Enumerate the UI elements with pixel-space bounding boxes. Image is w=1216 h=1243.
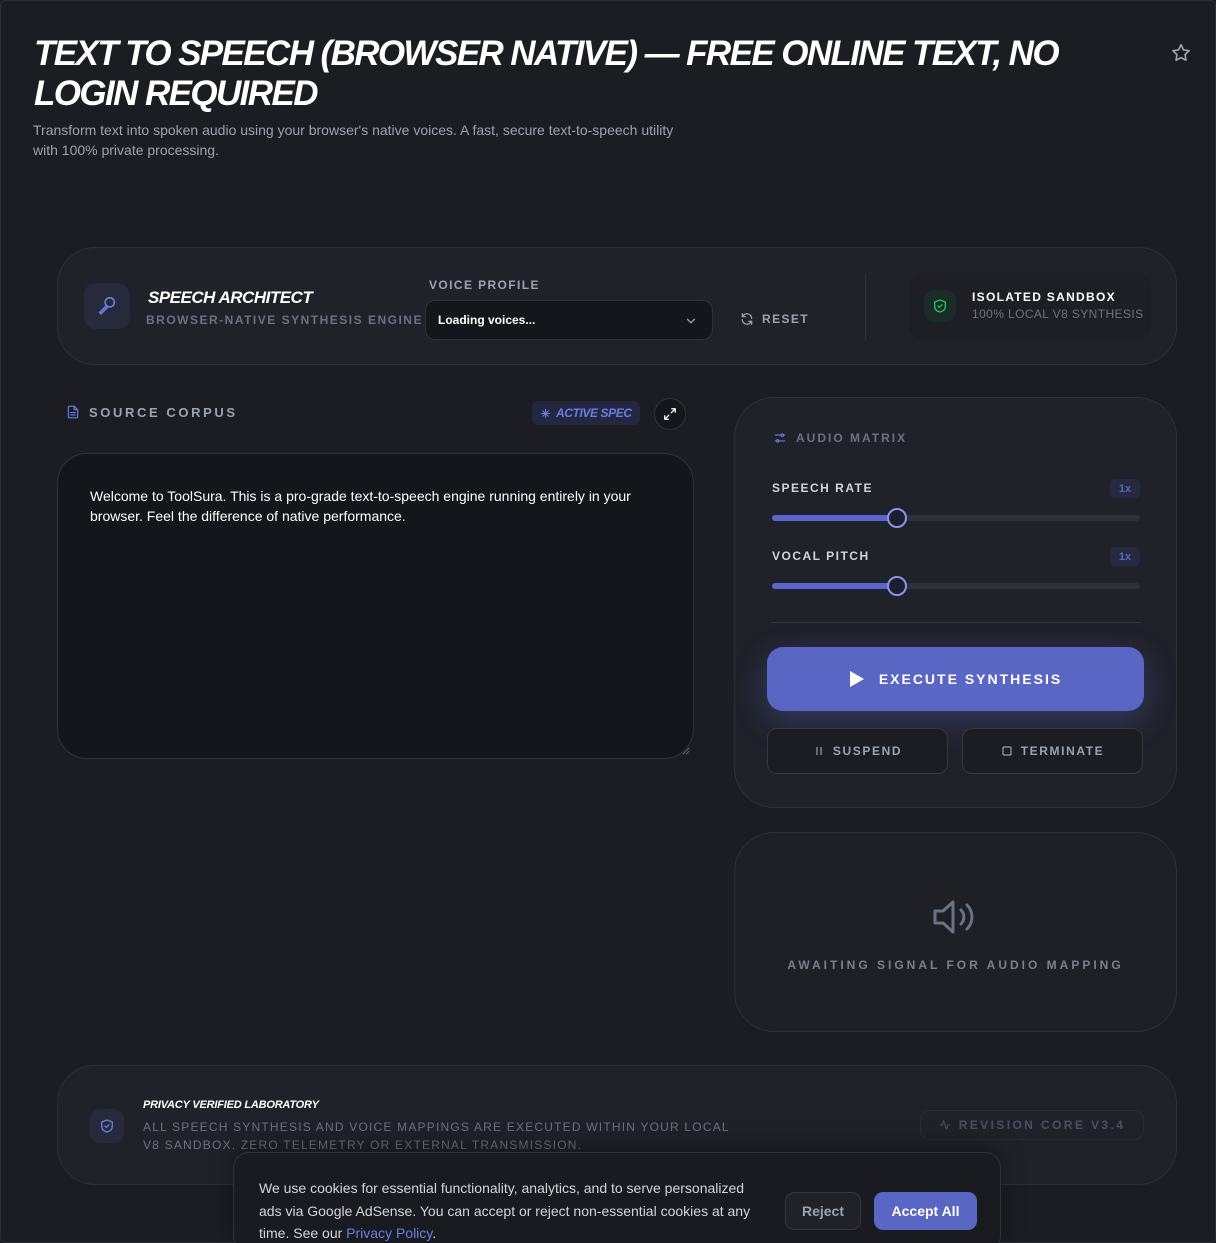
star-icon[interactable]: [1170, 42, 1192, 64]
vocal-pitch-value: 1x: [1110, 547, 1140, 566]
brand-title: SPEECH ARCHITECT: [148, 288, 313, 307]
brand-badge: [84, 283, 130, 329]
revision-badge: REVISION CORE V3.4: [920, 1110, 1144, 1140]
execute-label: EXECUTE SYNTHESIS: [878, 671, 1063, 687]
audio-matrix-panel: AUDIO MATRIX SPEECH RATE 1x VOCAL PITCH …: [734, 397, 1177, 808]
accept-cookies-button[interactable]: Accept All: [874, 1192, 977, 1230]
vocal-pitch-fill: [772, 583, 898, 589]
sandbox-badge: [924, 290, 956, 322]
awaiting-signal-text: AWAITING SIGNAL FOR AUDIO MAPPING: [787, 958, 1124, 972]
voice-profile-value: Loading voices...: [438, 313, 536, 327]
sliders-icon: [774, 433, 786, 443]
active-spec-badge: ACTIVE SPEC: [532, 401, 640, 425]
privacy-badge: [90, 1109, 124, 1143]
speech-rate-label: SPEECH RATE: [772, 481, 873, 495]
source-text-area[interactable]: Welcome to ToolSura. This is a pro-grade…: [57, 453, 694, 759]
matrix-title: AUDIO MATRIX: [796, 431, 908, 445]
speaker-icon: [933, 900, 974, 934]
revision-label: REVISION CORE V3.4: [958, 1118, 1126, 1132]
speech-rate-value: 1x: [1110, 479, 1140, 498]
page-subtitle: Transform text into spoken audio using y…: [33, 122, 674, 158]
sparkle-icon: [540, 408, 551, 418]
corpus-title: SOURCE CORPUS: [89, 404, 238, 420]
cookie-text: We use cookies for essential functionali…: [259, 1180, 751, 1241]
toolbar-divider: [865, 273, 866, 341]
pause-icon: [816, 747, 822, 755]
brand-subtitle: BROWSER-NATIVE SYNTHESIS ENGINE: [146, 313, 423, 327]
speech-rate-thumb[interactable]: [887, 508, 908, 528]
suspend-button[interactable]: SUSPEND: [767, 728, 948, 774]
reset-button[interactable]: RESET: [740, 312, 809, 326]
play-icon: [849, 671, 864, 687]
expand-button[interactable]: [654, 398, 686, 430]
matrix-divider: [771, 622, 1141, 623]
sandbox-subtitle: 100% LOCAL V8 SYNTHESIS: [972, 307, 1144, 321]
privacy-policy-link[interactable]: Privacy Policy: [346, 1225, 432, 1241]
voice-profile-select[interactable]: Loading voices...: [425, 300, 713, 340]
speech-rate-fill: [772, 515, 898, 521]
reject-cookies-button[interactable]: Reject: [785, 1192, 861, 1230]
shield-check-icon: [101, 1119, 113, 1133]
privacy-title: PRIVACY VERIFIED LABORATORY: [143, 1099, 319, 1111]
vocal-pitch-slider[interactable]: [772, 576, 1140, 596]
audio-visualizer-panel: AWAITING SIGNAL FOR AUDIO MAPPING: [734, 832, 1177, 1032]
vocal-pitch-thumb[interactable]: [887, 576, 908, 596]
sandbox-title: ISOLATED SANDBOX: [972, 290, 1116, 304]
corpus-header: SOURCE CORPUS: [66, 404, 238, 420]
microphone-icon: [98, 296, 116, 315]
active-spec-label: ACTIVE SPEC: [556, 406, 632, 420]
execute-synthesis-button[interactable]: EXECUTE SYNTHESIS: [767, 647, 1144, 711]
voice-profile-label: VOICE PROFILE: [429, 278, 540, 292]
engine-toolbar: SPEECH ARCHITECT BROWSER-NATIVE SYNTHESI…: [57, 247, 1177, 365]
speech-rate-slider[interactable]: [772, 508, 1140, 528]
sandbox-status: ISOLATED SANDBOX 100% LOCAL V8 SYNTHESIS: [909, 274, 1151, 340]
page-title: TEXT TO SPEECH (BROWSER NATIVE) — FREE O…: [34, 34, 1060, 113]
resize-grip-icon[interactable]: [682, 747, 690, 755]
privacy-description: ALL SPEECH SYNTHESIS AND VOICE MAPPINGS …: [143, 1120, 730, 1152]
activity-icon: [939, 1120, 951, 1130]
document-icon: [67, 405, 79, 419]
shield-check-icon: [934, 299, 946, 313]
suspend-label: SUSPEND: [832, 744, 903, 758]
reset-label: RESET: [762, 312, 810, 326]
source-text: Welcome to ToolSura. This is a pro-grade…: [90, 488, 631, 524]
chevron-down-icon: [686, 318, 696, 324]
terminate-label: TERMINATE: [1020, 744, 1105, 758]
stop-icon: [1002, 746, 1012, 756]
matrix-header: AUDIO MATRIX: [773, 431, 907, 445]
terminate-button[interactable]: TERMINATE: [962, 728, 1143, 774]
vocal-pitch-label: VOCAL PITCH: [772, 549, 870, 563]
expand-icon: [664, 408, 676, 420]
cookie-message: We use cookies for essential functionali…: [259, 1177, 767, 1243]
cookie-period: .: [432, 1225, 437, 1241]
refresh-icon: [741, 313, 753, 325]
cookie-banner: We use cookies for essential functionali…: [233, 1152, 1001, 1243]
